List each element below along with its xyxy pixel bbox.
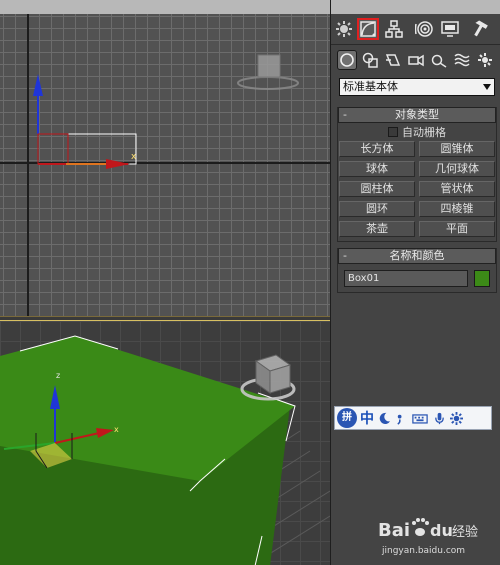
space-warps-icon	[454, 53, 470, 67]
watermark-brand: Bai	[378, 520, 410, 541]
ime-mode-toggle[interactable]: 中	[360, 408, 374, 428]
helpers-button[interactable]	[429, 50, 449, 70]
collapse-icon[interactable]: -	[343, 108, 347, 122]
top-viewport[interactable]: x	[0, 0, 330, 316]
top-viewport-gizmo	[33, 54, 299, 169]
ime-logo[interactable]: 拼	[337, 408, 357, 428]
name-color-title: 名称和颜色	[389, 249, 445, 262]
moon-icon[interactable]	[377, 411, 391, 425]
hierarchy-icon	[385, 20, 403, 38]
utilities-icon	[474, 20, 488, 37]
microphone-icon[interactable]	[432, 411, 446, 425]
primitive-category-dropdown[interactable]: 标准基本体	[339, 78, 495, 96]
watermark-product: 经验	[452, 524, 478, 540]
dropdown-value: 标准基本体	[343, 80, 398, 93]
geosphere-button[interactable]: 几何球体	[419, 161, 495, 177]
persp-x-axis-label: x	[114, 425, 119, 434]
baidu-watermark: Bai du 经验 jingyan.baidu.com	[360, 510, 480, 558]
panel-top-strip	[331, 0, 500, 14]
lights-icon	[385, 54, 401, 66]
utilities-tab[interactable]	[469, 18, 491, 40]
baidu-paw-logo: Bai du 经验 jingyan.baidu.com	[378, 518, 478, 556]
keyboard-icon[interactable]	[411, 411, 429, 425]
gizmo-y-arrow	[33, 74, 43, 96]
chevron-down-icon[interactable]	[480, 79, 494, 95]
object-color-swatch[interactable]	[474, 270, 490, 287]
ime-toolbar[interactable]: 拼 中	[334, 406, 492, 430]
watermark-url: jingyan.baidu.com	[381, 546, 465, 556]
perspective-scene	[0, 335, 330, 565]
shapes-button[interactable]	[360, 50, 380, 70]
gizmo-x-arrow	[106, 159, 130, 169]
name-color-rollout: - 名称和颜色 Box01	[337, 248, 497, 293]
create-icon	[336, 21, 352, 37]
motion-tab[interactable]	[413, 18, 435, 40]
object-type-rollout: - 对象类型 自动栅格 长方体 圆锥体 球体 几何球体 圆柱体 管状体 圆环 四…	[337, 107, 497, 242]
create-tab[interactable]	[333, 18, 355, 40]
name-row: Box01	[338, 264, 496, 292]
tab-separator	[331, 44, 500, 45]
create-category-bar	[331, 46, 500, 74]
shapes-icon	[362, 52, 378, 68]
command-panel-tabs	[331, 14, 500, 44]
object-type-title: 对象类型	[395, 108, 439, 121]
primitive-buttons: 长方体 圆锥体 球体 几何球体 圆柱体 管状体 圆环 四棱锥 茶壶 平面	[338, 141, 496, 241]
object-type-rollout-header[interactable]: - 对象类型	[338, 107, 496, 123]
cylinder-button[interactable]: 圆柱体	[339, 181, 415, 197]
box-button[interactable]: 长方体	[339, 141, 415, 157]
geometry-button[interactable]	[337, 50, 357, 70]
perspective-viewport[interactable]: z x	[0, 320, 330, 565]
watermark-brand-suffix: du	[430, 521, 453, 540]
sphere-button[interactable]: 球体	[339, 161, 415, 177]
hierarchy-tab[interactable]	[383, 18, 405, 40]
modify-icon	[360, 21, 376, 37]
autogrid-checkbox[interactable]	[388, 127, 398, 137]
autogrid-option[interactable]: 自动栅格	[338, 123, 496, 141]
display-icon	[441, 21, 459, 37]
gizmo-plane	[37, 133, 69, 165]
helpers-icon	[431, 54, 447, 68]
display-tab[interactable]	[439, 18, 461, 40]
modify-tab[interactable]	[357, 18, 379, 40]
settings-icon[interactable]	[449, 411, 463, 425]
tube-button[interactable]: 管状体	[419, 181, 495, 197]
systems-icon	[478, 53, 492, 67]
punctuation-icon[interactable]	[394, 411, 408, 425]
teapot-button[interactable]: 茶壶	[339, 221, 415, 237]
cameras-icon	[408, 54, 424, 67]
object-name-field[interactable]: Box01	[344, 270, 468, 287]
persp-z-axis-label: z	[56, 371, 61, 380]
cameras-button[interactable]	[406, 50, 426, 70]
geometry-icon	[340, 53, 354, 67]
autogrid-label: 自动栅格	[402, 126, 446, 139]
view-cube-top	[237, 54, 299, 90]
top-x-axis-label: x	[131, 152, 137, 162]
name-color-rollout-header[interactable]: - 名称和颜色	[338, 248, 496, 264]
lights-button[interactable]	[383, 50, 403, 70]
cone-button[interactable]: 圆锥体	[419, 141, 495, 157]
collapse-icon[interactable]: -	[343, 249, 347, 263]
motion-icon	[415, 21, 433, 37]
command-panel: 标准基本体 - 对象类型 自动栅格 长方体 圆锥体 球体 几何球体 圆柱体 管状…	[330, 0, 500, 565]
torus-button[interactable]: 圆环	[339, 201, 415, 217]
space-warps-button[interactable]	[452, 50, 472, 70]
pyramid-button[interactable]: 四棱锥	[419, 201, 495, 217]
box-outline-top	[37, 133, 137, 165]
systems-button[interactable]	[475, 50, 495, 70]
plane-button[interactable]: 平面	[419, 221, 495, 237]
